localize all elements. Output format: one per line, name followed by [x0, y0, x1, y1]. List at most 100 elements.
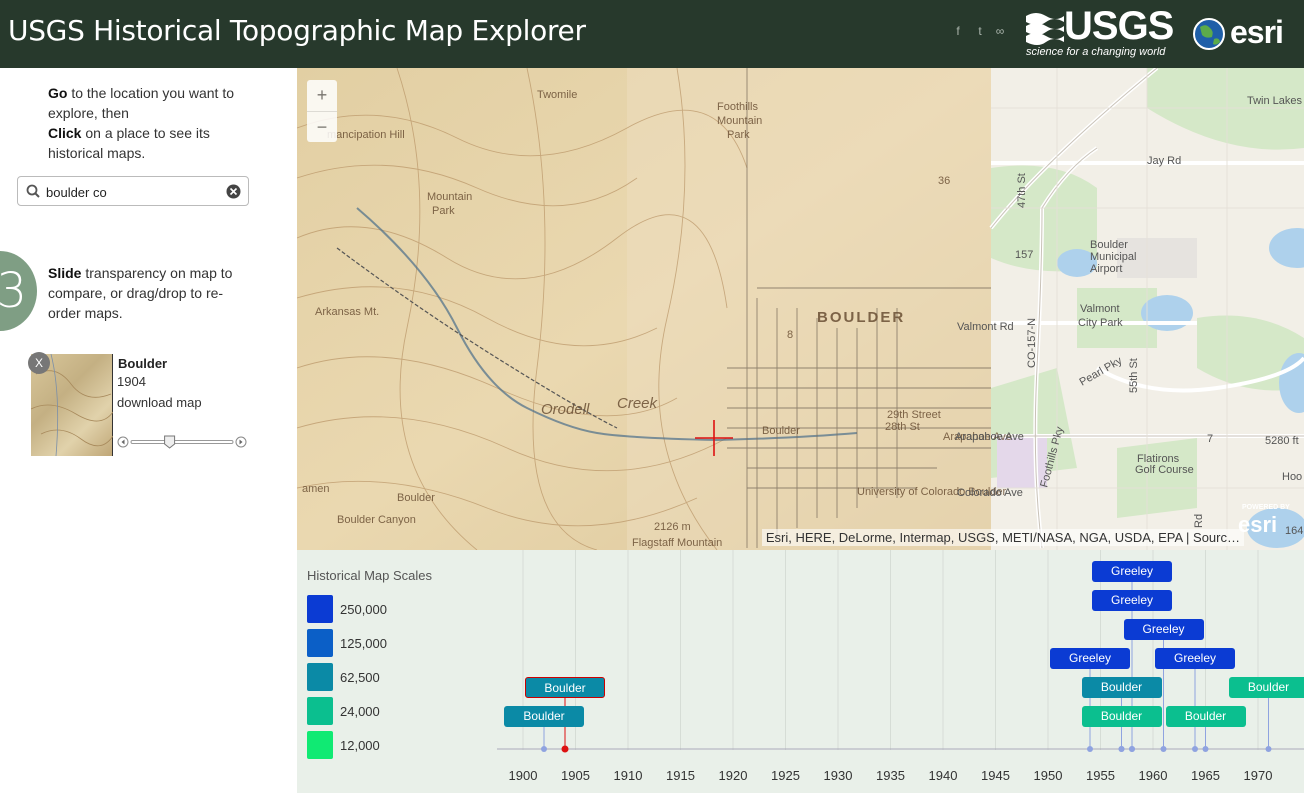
- topo-map-label: Mountain: [427, 191, 472, 203]
- topo-map-label: Flagstaff Mountain: [632, 537, 722, 549]
- topo-map-label: 2126 m: [654, 521, 691, 533]
- slider-track[interactable]: [130, 440, 234, 444]
- zoom-control: + −: [307, 80, 337, 142]
- timeline-map-button[interactable]: Greeley: [1092, 590, 1172, 611]
- topo-map-label: Mountain: [717, 115, 762, 127]
- timeline-year-label: 1905: [561, 768, 590, 783]
- topo-map-label: mancipation Hill: [327, 129, 405, 141]
- topo-map-label: 28th St: [885, 421, 920, 433]
- timeline-year-marker: [1192, 746, 1198, 752]
- timeline-year-label: 1940: [928, 768, 958, 783]
- zoom-in-button[interactable]: +: [307, 80, 337, 110]
- click-label: Click: [48, 125, 82, 141]
- timeline-map-button[interactable]: Greeley: [1155, 648, 1235, 669]
- timeline-year-marker: [1160, 746, 1167, 752]
- step-number: 3: [0, 263, 27, 319]
- street-map-label: Airport: [1090, 263, 1122, 275]
- timeline-year-label: 1900: [508, 768, 538, 783]
- timeline-year-label: 1920: [718, 768, 748, 783]
- street-map-label: Rd: [1193, 514, 1205, 528]
- remove-map-button[interactable]: X: [28, 352, 50, 374]
- timeline-year-marker: [561, 745, 569, 753]
- timeline-year-label: 1965: [1191, 768, 1220, 783]
- street-map-label: 5280 ft: [1265, 435, 1299, 447]
- step3-instructions: Slide transparency on map to compare, or…: [48, 263, 238, 323]
- timeline-map-button[interactable]: Boulder: [1228, 677, 1304, 698]
- street-map-label: Boulder: [1090, 239, 1128, 251]
- timeline-year-marker: [1118, 746, 1125, 752]
- transparency-slider-graphic: [117, 435, 247, 449]
- timeline-map-button[interactable]: Boulder: [504, 706, 584, 727]
- timeline-year-label: 1955: [1086, 768, 1115, 783]
- timeline-year-label: 1915: [666, 768, 695, 783]
- timeline-map-button[interactable]: Boulder: [1081, 677, 1162, 698]
- twitter-icon[interactable]: t: [973, 24, 987, 38]
- app-title: USGS Historical Topographic Map Explorer: [8, 14, 586, 47]
- street-map-label: CO-157-N: [1026, 318, 1038, 368]
- timeline-year-marker: [1129, 746, 1135, 752]
- map-card-year: 1904: [117, 374, 146, 389]
- slide-label: Slide: [48, 265, 82, 281]
- topo-map-label: amen: [302, 483, 330, 495]
- download-map-link[interactable]: download map: [117, 395, 202, 410]
- street-map-label: Arapahoe Ave: [955, 431, 1024, 443]
- topo-map-label: Foothills: [717, 101, 758, 113]
- timeline-map-button[interactable]: Greeley: [1092, 561, 1172, 582]
- street-map-label: Municipal: [1090, 251, 1136, 263]
- timeline-axis: [497, 550, 1304, 753]
- map-attribution[interactable]: Esri, HERE, DeLorme, Intermap, USGS, MET…: [761, 529, 1244, 546]
- timeline-year-label: 1950: [1033, 768, 1063, 783]
- timeline-map-button[interactable]: Greeley: [1123, 619, 1204, 640]
- map-view[interactable]: Twomile Foothills Mountain Park mancipation …: [297, 68, 1304, 550]
- topo-map-label: Boulder: [762, 425, 800, 437]
- zoom-out-button[interactable]: −: [307, 111, 337, 141]
- street-map-label: 7: [1207, 433, 1213, 445]
- step1-text-a: to the location you want to explore, the…: [48, 85, 235, 121]
- topo-map-label: 36: [938, 175, 950, 187]
- usgs-wordmark: USGS: [1064, 4, 1174, 48]
- timeline-year-marker: [1202, 746, 1209, 752]
- timeline-map-button[interactable]: Boulder: [525, 677, 605, 698]
- esri-logo[interactable]: esri: [1192, 14, 1302, 54]
- timeline-year-label: 1945: [981, 768, 1010, 783]
- street-map-label: Hoo: [1282, 471, 1302, 483]
- topo-map-label: Creek: [617, 395, 659, 412]
- timeline-year-label: 1925: [771, 768, 800, 783]
- usgs-logo[interactable]: USGS science for a changing world: [1024, 4, 1174, 60]
- timeline-map-button[interactable]: Boulder: [1081, 706, 1162, 727]
- timeline-map-button[interactable]: Greeley: [1050, 648, 1130, 669]
- street-map-label: Golf Course: [1135, 464, 1194, 476]
- topo-map-label: Park: [432, 205, 455, 217]
- street-map-label: City Park: [1078, 317, 1123, 329]
- clear-search-icon[interactable]: [226, 184, 241, 199]
- slider-thumb[interactable]: [164, 435, 176, 449]
- search-input[interactable]: [46, 183, 216, 201]
- transparency-slider[interactable]: [117, 434, 247, 450]
- street-map-label: Colorado Ave: [957, 487, 1023, 499]
- timeline-year-label: 1970: [1243, 768, 1273, 783]
- timeline-year-marker: [541, 746, 547, 752]
- topo-map-label: 29th Street: [887, 409, 941, 421]
- timeline-year-label: 1960: [1138, 768, 1168, 783]
- street-map-label: 157: [1015, 249, 1033, 261]
- powered-by-esri-badge[interactable]: POWERED BY esri: [1238, 504, 1298, 544]
- step1-instructions: Go to the location you want to explore, …: [48, 83, 248, 163]
- topo-map-label: BOULDER: [817, 309, 905, 326]
- street-map-label: Valmont Rd: [957, 321, 1014, 333]
- usgs-wave-icon: [1026, 13, 1064, 45]
- map-canvas[interactable]: Twomile Foothills Mountain Park mancipation …: [297, 68, 1304, 550]
- search-icon: [26, 184, 40, 198]
- timeline-year-label: 1935: [876, 768, 905, 783]
- timeline-year-marker: [1087, 746, 1093, 752]
- topo-map-label: Twomile: [537, 89, 577, 101]
- timeline-map-button[interactable]: Boulder: [1165, 706, 1246, 727]
- street-map-label: 55th St: [1128, 358, 1140, 393]
- step-number-badge: 3: [0, 251, 37, 331]
- topo-map-label: 8: [787, 329, 793, 341]
- timeline-year-marker: [1265, 746, 1272, 752]
- globe-icon: [1193, 18, 1225, 50]
- link-icon[interactable]: ∞: [993, 24, 1007, 38]
- esri-wordmark: esri: [1230, 14, 1284, 50]
- topo-map-label: Orodell: [541, 401, 590, 418]
- facebook-icon[interactable]: f: [951, 24, 965, 38]
